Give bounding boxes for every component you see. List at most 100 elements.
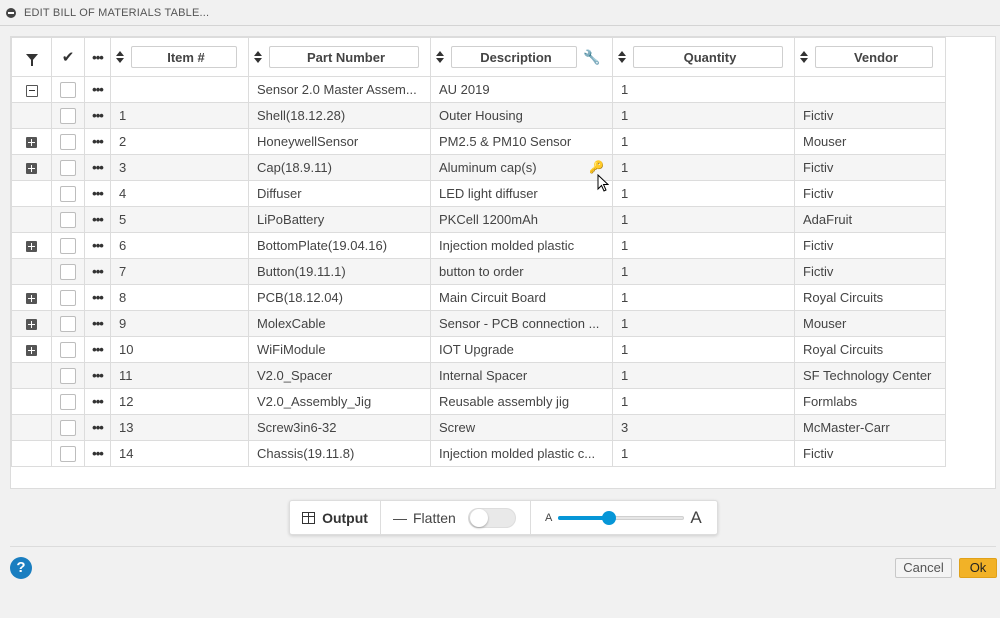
row-checkbox[interactable] xyxy=(60,159,76,176)
font-size-slider[interactable] xyxy=(558,510,685,526)
item-number-cell[interactable]: 4 xyxy=(110,180,249,207)
row-checkbox-cell[interactable] xyxy=(51,232,85,259)
select-all-header[interactable]: ✔ xyxy=(51,37,85,77)
description-cell[interactable]: Main Circuit Board xyxy=(430,284,613,311)
quantity-cell[interactable]: 1 xyxy=(612,180,795,207)
row-menu-cell[interactable]: ••• xyxy=(84,336,111,363)
vendor-cell[interactable]: Royal Circuits xyxy=(794,336,946,363)
column-item-number[interactable]: Item # xyxy=(110,37,249,77)
row-checkbox[interactable] xyxy=(60,341,76,358)
row-menu-cell[interactable]: ••• xyxy=(84,440,111,467)
item-number-cell[interactable]: 13 xyxy=(110,414,249,441)
table-row[interactable]: ••• 8 PCB(18.12.04) Main Circuit Board 1 Roya… xyxy=(11,284,946,311)
more-icon[interactable]: ••• xyxy=(92,134,104,149)
sort-icon[interactable] xyxy=(799,50,809,64)
description-cell[interactable]: Screw xyxy=(430,414,613,441)
row-checkbox[interactable] xyxy=(60,185,76,202)
item-number-cell[interactable]: 6 xyxy=(110,232,249,259)
table-row[interactable]: ••• 3 Cap(18.9.11) Aluminum cap(s) 🔑 1 Fictiv xyxy=(11,154,946,181)
wrench-icon[interactable]: 🔧 xyxy=(583,49,600,66)
column-quantity[interactable]: Quantity xyxy=(612,37,795,77)
item-number-cell[interactable]: 1 xyxy=(110,102,249,129)
item-number-cell[interactable]: 5 xyxy=(110,206,249,233)
part-number-cell[interactable]: Chassis(19.11.8) xyxy=(248,440,431,467)
part-number-cell[interactable]: WiFiModule xyxy=(248,336,431,363)
table-row[interactable]: ••• 12 V2.0_Assembly_Jig Reusable assembly … xyxy=(11,388,946,415)
quantity-cell[interactable]: 1 xyxy=(612,232,795,259)
quantity-cell[interactable]: 1 xyxy=(612,206,795,233)
more-icon[interactable]: ••• xyxy=(92,160,104,175)
row-checkbox[interactable] xyxy=(60,107,76,124)
column-label-part-number[interactable]: Part Number xyxy=(269,46,419,68)
row-menu-cell[interactable]: ••• xyxy=(84,154,111,181)
description-cell[interactable]: Reusable assembly jig xyxy=(430,388,613,415)
more-icon[interactable]: ••• xyxy=(92,394,104,409)
vendor-cell[interactable]: Mouser xyxy=(794,310,946,337)
description-cell[interactable]: Aluminum cap(s) 🔑 xyxy=(430,154,613,181)
filter-header[interactable] xyxy=(11,37,52,77)
row-checkbox-cell[interactable] xyxy=(51,284,85,311)
more-icon[interactable]: ••• xyxy=(92,290,104,305)
description-cell[interactable]: Outer Housing xyxy=(430,102,613,129)
vendor-cell[interactable]: AdaFruit xyxy=(794,206,946,233)
item-number-cell[interactable]: 14 xyxy=(110,440,249,467)
row-checkbox-cell[interactable] xyxy=(51,76,85,103)
table-row[interactable]: ••• 13 Screw3in6-32 Screw 3 McMaster-Carr xyxy=(11,414,946,441)
quantity-cell[interactable]: 1 xyxy=(612,258,795,285)
more-icon[interactable]: ••• xyxy=(92,316,104,331)
part-number-cell[interactable]: BottomPlate(19.04.16) xyxy=(248,232,431,259)
table-row[interactable]: ••• 10 WiFiModule IOT Upgrade 1 Royal Circuit… xyxy=(11,336,946,363)
part-number-cell[interactable]: Diffuser xyxy=(248,180,431,207)
description-cell[interactable]: PKCell 1200mAh xyxy=(430,206,613,233)
row-menu-cell[interactable]: ••• xyxy=(84,414,111,441)
column-label-description[interactable]: Description xyxy=(451,46,577,68)
vendor-cell[interactable]: McMaster-Carr xyxy=(794,414,946,441)
table-row[interactable]: ••• 11 V2.0_Spacer Internal Spacer 1 SF Techn… xyxy=(11,362,946,389)
vendor-cell[interactable]: Fictiv xyxy=(794,102,946,129)
part-number-cell[interactable]: Cap(18.9.11) xyxy=(248,154,431,181)
toggle-knob[interactable] xyxy=(469,508,488,527)
collapse-dialog-icon[interactable] xyxy=(6,7,16,18)
row-checkbox-cell[interactable] xyxy=(51,310,85,337)
item-number-cell[interactable]: 10 xyxy=(110,336,249,363)
item-number-cell[interactable]: 3 xyxy=(110,154,249,181)
quantity-cell[interactable]: 1 xyxy=(612,284,795,311)
row-checkbox[interactable] xyxy=(60,289,76,306)
table-row[interactable]: ••• 7 Button(19.11.1) button to order 1 Ficti… xyxy=(11,258,946,285)
row-menu-cell[interactable]: ••• xyxy=(84,284,111,311)
ok-button[interactable]: Ok xyxy=(959,558,997,578)
quantity-cell[interactable]: 1 xyxy=(612,102,795,129)
more-icon[interactable]: ••• xyxy=(92,50,104,65)
vendor-cell[interactable]: Fictiv xyxy=(794,180,946,207)
quantity-cell[interactable]: 1 xyxy=(612,310,795,337)
item-number-cell[interactable]: 2 xyxy=(110,128,249,155)
vendor-cell[interactable]: Fictiv xyxy=(794,232,946,259)
item-number-cell[interactable]: 7 xyxy=(110,258,249,285)
row-checkbox-cell[interactable] xyxy=(51,180,85,207)
row-checkbox-cell[interactable] xyxy=(51,206,85,233)
more-icon[interactable]: ••• xyxy=(92,212,104,227)
row-checkbox-cell[interactable] xyxy=(51,336,85,363)
row-menu-cell[interactable]: ••• xyxy=(84,388,111,415)
row-checkbox-cell[interactable] xyxy=(51,258,85,285)
row-checkbox[interactable] xyxy=(60,445,76,462)
part-number-cell[interactable]: Button(19.11.1) xyxy=(248,258,431,285)
row-checkbox-cell[interactable] xyxy=(51,362,85,389)
table-row[interactable]: ••• 4 Diffuser LED light diffuser 1 Fictiv xyxy=(11,180,946,207)
table-row[interactable]: ••• 1 Shell(18.12.28) Outer Housing 1 Fictiv xyxy=(11,102,946,129)
part-number-cell[interactable]: MolexCable xyxy=(248,310,431,337)
row-expander-cell[interactable] xyxy=(11,128,52,155)
quantity-cell[interactable]: 1 xyxy=(612,440,795,467)
description-cell[interactable]: Injection molded plastic xyxy=(430,232,613,259)
vendor-cell[interactable]: Formlabs xyxy=(794,388,946,415)
slider-thumb[interactable] xyxy=(601,510,616,525)
quantity-cell[interactable]: 1 xyxy=(612,76,795,103)
part-number-cell[interactable]: V2.0_Assembly_Jig xyxy=(248,388,431,415)
sort-icon[interactable] xyxy=(617,50,627,64)
description-cell[interactable]: Sensor - PCB connection ... xyxy=(430,310,613,337)
header-menu[interactable]: ••• xyxy=(84,37,111,77)
sort-icon[interactable] xyxy=(435,50,445,64)
quantity-cell[interactable]: 1 xyxy=(612,154,795,181)
more-icon[interactable]: ••• xyxy=(92,238,104,253)
row-menu-cell[interactable]: ••• xyxy=(84,206,111,233)
